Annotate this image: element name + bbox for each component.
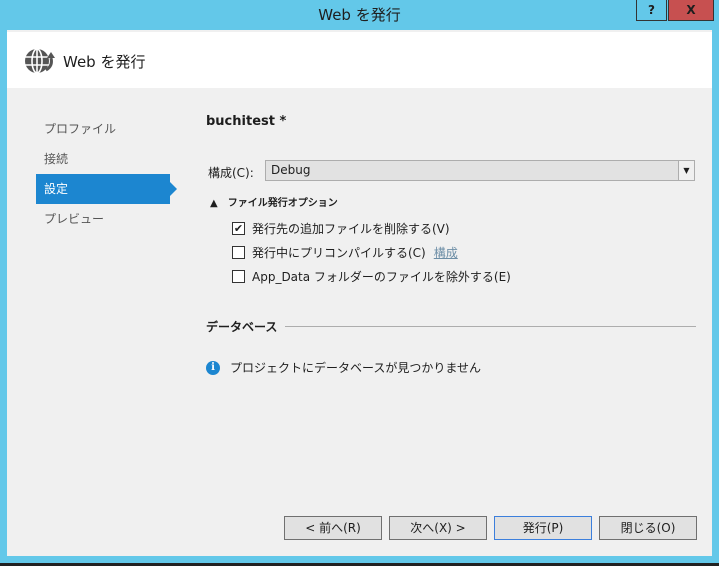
sidebar-item-preview[interactable]: プレビュー (36, 204, 170, 234)
close-button[interactable]: 閉じる(O) (599, 516, 697, 540)
checkbox[interactable] (232, 270, 245, 283)
sidebar-nav: プロファイル 接続 設定 プレビュー (36, 114, 177, 234)
option-label: App_Data フォルダーのファイルを除外する(E) (252, 270, 511, 284)
config-label: 構成(C): (208, 166, 254, 180)
option-label: 発行先の追加ファイルを削除する(V) (252, 222, 450, 236)
option-precompile[interactable]: 発行中にプリコンパイルする(C) 構成 (232, 244, 458, 261)
checkbox[interactable] (232, 246, 245, 259)
database-title: データベース (206, 320, 278, 334)
dialog-body: Web を発行 プロファイル 接続 設定 プレビュー buchitest * 構… (7, 30, 712, 556)
divider (285, 326, 696, 327)
configure-link[interactable]: 構成 (434, 244, 458, 261)
option-label: 発行中にプリコンパイルする(C) (252, 246, 426, 260)
info-icon: i (206, 360, 220, 375)
sidebar-item-settings[interactable]: 設定 (36, 174, 177, 204)
database-section-header: データベース (206, 318, 696, 335)
database-info: i プロジェクトにデータベースが見つかりません (206, 359, 481, 376)
section-file-publish-options[interactable]: ▲ ファイル発行オプション (210, 194, 348, 209)
option-exclude-app-data[interactable]: App_Data フォルダーのファイルを除外する(E) (232, 268, 511, 285)
section-title: ファイル発行オプション (227, 198, 338, 209)
sidebar-item-profile[interactable]: プロファイル (36, 114, 170, 144)
checkbox-checked[interactable]: ✔ (232, 222, 245, 235)
window-title: Web を発行 (318, 6, 401, 24)
dropdown-arrow-icon[interactable]: ▼ (678, 161, 694, 180)
prev-button[interactable]: < 前へ(R) (284, 516, 382, 540)
next-button[interactable]: 次へ(X) > (389, 516, 487, 540)
header-title: Web を発行 (63, 53, 146, 71)
globe-publish-icon (22, 44, 56, 81)
publish-button[interactable]: 発行(P) (494, 516, 592, 540)
config-select[interactable]: Debug ▼ (265, 160, 695, 181)
database-info-text: プロジェクトにデータベースが見つかりません (230, 361, 482, 375)
chevron-up-icon[interactable]: ▲ (210, 198, 218, 209)
option-delete-extra-files[interactable]: ✔ 発行先の追加ファイルを削除する(V) (232, 220, 450, 237)
close-window-button[interactable]: X (668, 0, 714, 21)
help-button[interactable]: ? (636, 0, 667, 21)
profile-name: buchitest * (206, 114, 287, 129)
config-value: Debug (271, 163, 311, 177)
dialog-header: Web を発行 (7, 32, 712, 88)
sidebar-item-connection[interactable]: 接続 (36, 144, 170, 174)
